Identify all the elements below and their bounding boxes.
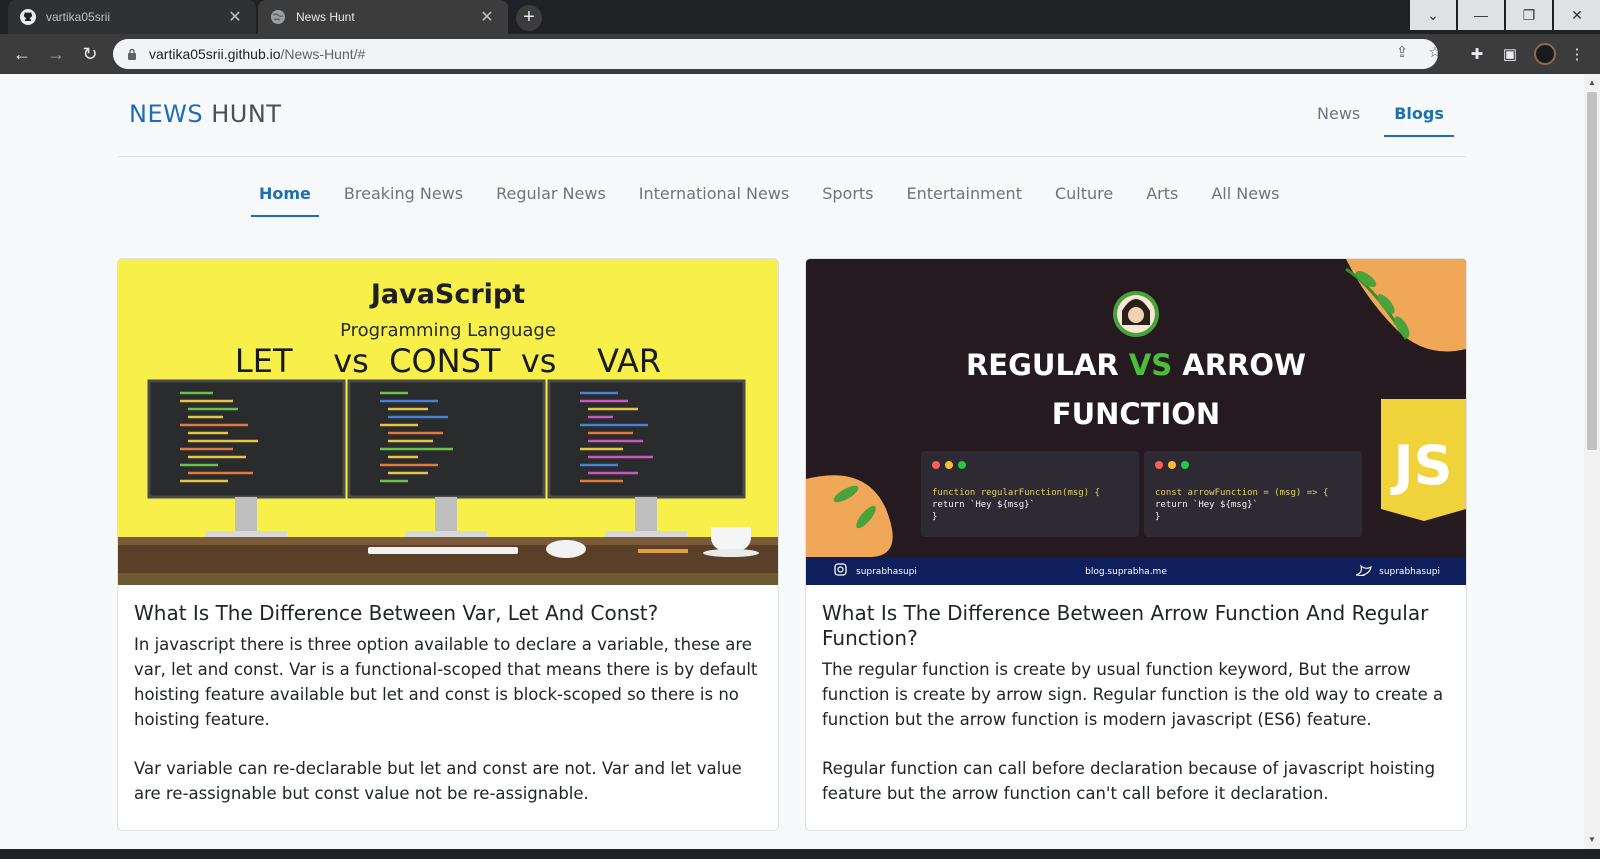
svg-text:}: } bbox=[1155, 512, 1160, 522]
side-panel-icon[interactable]: ▣ bbox=[1501, 46, 1519, 64]
category-international-news[interactable]: International News bbox=[631, 174, 797, 217]
brand-part-1: NEWS bbox=[129, 100, 204, 128]
site-logo[interactable]: NEWS HUNT bbox=[129, 100, 281, 128]
brand-part-2: HUNT bbox=[211, 100, 282, 128]
svg-text:JS: JS bbox=[1390, 434, 1453, 497]
category-all-news[interactable]: All News bbox=[1203, 174, 1287, 217]
lock-icon bbox=[128, 48, 136, 60]
svg-text:}: } bbox=[932, 512, 937, 522]
svg-text:return `Hey ${msg}`: return `Hey ${msg}` bbox=[1155, 499, 1258, 510]
svg-text:suprabhasupi: suprabhasupi bbox=[856, 567, 917, 577]
minimize-button[interactable]: — bbox=[1458, 0, 1504, 30]
svg-text:return `Hey ${msg}`: return `Hey ${msg}` bbox=[932, 499, 1035, 510]
svg-text:LET vs CONST vs VAR: LET vs CONST vs VAR bbox=[235, 342, 661, 380]
card-image-js-var-let-const: JavaScript Programming Language LET vs C… bbox=[118, 259, 778, 585]
profile-avatar[interactable] bbox=[1534, 43, 1556, 65]
browser-toolbar: ← → ↻ vartika05srii.github.io/News-Hunt/… bbox=[0, 34, 1600, 74]
scroll-down-arrow-icon[interactable]: ▼ bbox=[1584, 833, 1600, 847]
category-nav: Home Breaking News Regular News Internat… bbox=[251, 174, 1305, 217]
category-sports[interactable]: Sports bbox=[814, 174, 881, 217]
taskbar-edge bbox=[0, 849, 1600, 859]
more-menu-icon[interactable]: ⋮ bbox=[1568, 46, 1586, 64]
window-close-button[interactable]: ✕ bbox=[1554, 0, 1600, 30]
category-regular-news[interactable]: Regular News bbox=[488, 174, 614, 217]
svg-text:JavaScript: JavaScript bbox=[369, 279, 525, 310]
card-paragraph-1: The regular function is create by usual … bbox=[822, 660, 1444, 729]
svg-text:function regularFunction(msg): function regularFunction(msg) { bbox=[932, 488, 1100, 498]
tab-search-button[interactable]: ⌄ bbox=[1410, 0, 1456, 30]
browser-tab-strip: vartika05srii ✕ News Hunt ✕ + ⌄ — ❐ ✕ bbox=[0, 0, 1600, 34]
forward-arrow-icon[interactable]: → bbox=[44, 42, 68, 66]
bookmark-star-icon[interactable]: ☆ bbox=[1425, 43, 1445, 63]
tab-title: News Hunt bbox=[296, 10, 355, 24]
scrollbar-thumb[interactable] bbox=[1587, 92, 1597, 450]
browser-tab-github[interactable]: vartika05srii ✕ bbox=[8, 0, 256, 34]
new-tab-button[interactable]: + bbox=[516, 5, 542, 31]
blog-card-var-let-const[interactable]: JavaScript Programming Language LET vs C… bbox=[117, 258, 779, 831]
blog-card-arrow-vs-regular-function[interactable]: REGULAR VS ARROW FUNCTION JS function re… bbox=[805, 258, 1467, 831]
github-icon bbox=[20, 9, 36, 25]
scroll-up-arrow-icon[interactable]: ▲ bbox=[1584, 76, 1600, 90]
card-title[interactable]: What Is The Difference Between Arrow Fun… bbox=[822, 601, 1452, 651]
globe-icon bbox=[270, 9, 286, 25]
card-title[interactable]: What Is The Difference Between Var, Let … bbox=[134, 601, 764, 626]
page-scrollbar[interactable]: ▲ ▼ bbox=[1584, 74, 1600, 849]
svg-text:Programming Language: Programming Language bbox=[340, 320, 556, 341]
category-breaking-news[interactable]: Breaking News bbox=[336, 174, 471, 217]
page-viewport: NEWS HUNT News Blogs Home Breaking News … bbox=[0, 74, 1584, 849]
category-home[interactable]: Home bbox=[251, 174, 319, 217]
url-host: vartika05srii.github.io bbox=[149, 46, 281, 62]
restore-button[interactable]: ❐ bbox=[1506, 0, 1552, 30]
reload-icon[interactable]: ↻ bbox=[78, 42, 102, 66]
category-arts[interactable]: Arts bbox=[1138, 174, 1186, 217]
card-paragraph-2: Regular function can call before declara… bbox=[822, 759, 1436, 803]
extensions-puzzle-icon[interactable]: ✚ bbox=[1468, 46, 1486, 64]
category-culture[interactable]: Culture bbox=[1047, 174, 1121, 217]
close-icon[interactable]: ✕ bbox=[478, 7, 496, 27]
close-icon[interactable]: ✕ bbox=[226, 7, 244, 27]
card-paragraph-2: Var variable can re-declarable but let a… bbox=[134, 759, 742, 803]
header-divider bbox=[117, 156, 1467, 157]
top-nav-blogs[interactable]: Blogs bbox=[1384, 94, 1454, 137]
card-paragraph-1: In javascript there is three option avai… bbox=[134, 635, 758, 729]
url-path: /News-Hunt/# bbox=[280, 46, 366, 62]
category-entertainment[interactable]: Entertainment bbox=[899, 174, 1030, 217]
card-image-regular-vs-arrow: REGULAR VS ARROW FUNCTION JS function re… bbox=[806, 259, 1466, 585]
browser-tab-news-hunt[interactable]: News Hunt ✕ bbox=[258, 0, 508, 34]
svg-text:const arrowFunction = (msg) =>: const arrowFunction = (msg) => { bbox=[1155, 488, 1328, 498]
share-icon[interactable]: ⇪ bbox=[1392, 43, 1412, 63]
svg-text:suprabhasupi: suprabhasupi bbox=[1379, 567, 1440, 577]
back-arrow-icon[interactable]: ← bbox=[10, 42, 34, 66]
tab-title: vartika05srii bbox=[46, 10, 111, 24]
address-bar[interactable]: vartika05srii.github.io/News-Hunt/# bbox=[113, 39, 1438, 69]
svg-text:blog.suprabha.me: blog.suprabha.me bbox=[1085, 567, 1167, 577]
svg-text:REGULAR VS: REGULAR VS ARROW bbox=[966, 348, 1306, 382]
svg-text:FUNCTION: FUNCTION bbox=[1052, 397, 1220, 431]
top-nav-news[interactable]: News bbox=[1307, 94, 1370, 137]
top-nav: News Blogs bbox=[1307, 94, 1454, 137]
